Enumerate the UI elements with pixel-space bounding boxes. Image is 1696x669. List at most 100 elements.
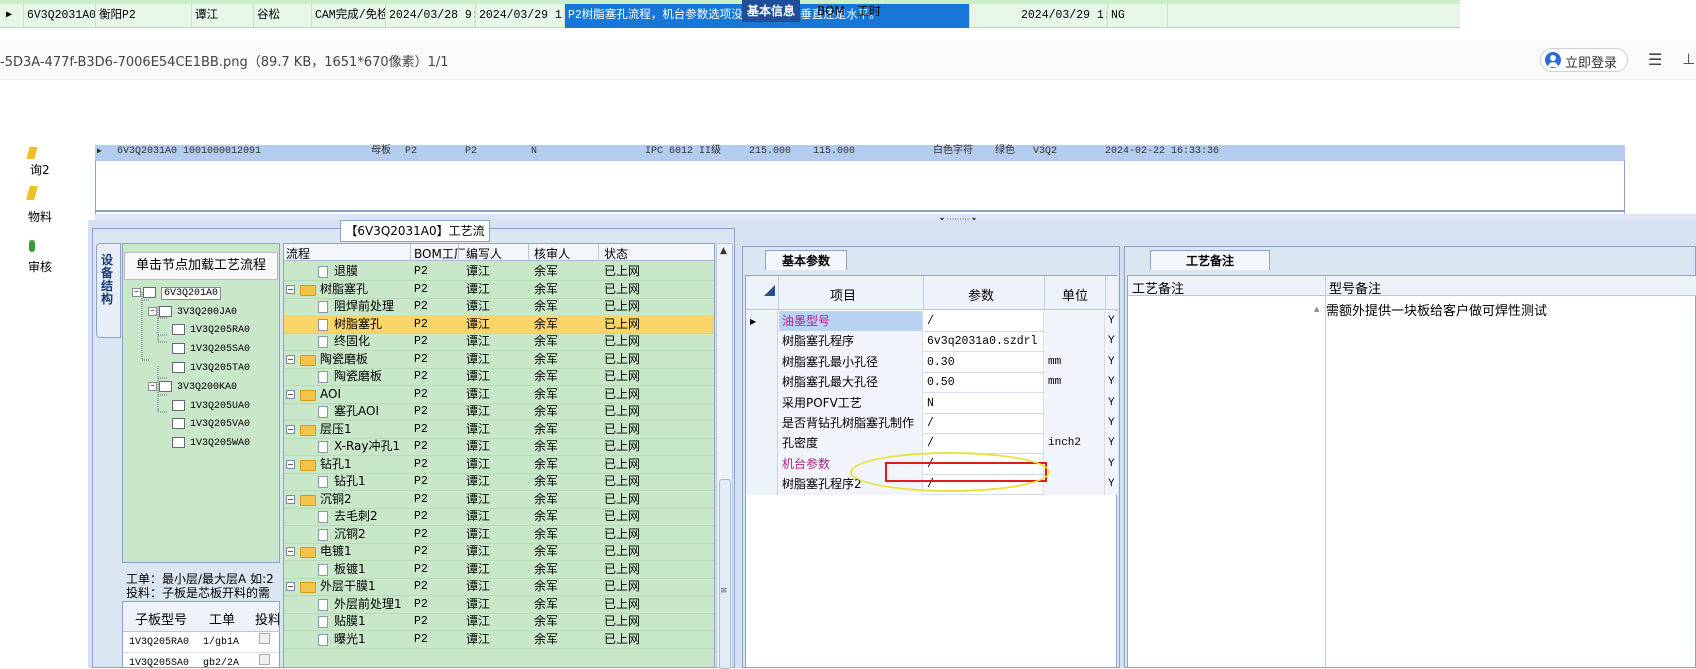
document-icon — [318, 563, 328, 576]
list-item[interactable]: 陶瓷磨板 P2 谭江 余军 已上网 — [284, 367, 714, 386]
param-value[interactable]: N — [924, 392, 1044, 414]
tree-node-leaf[interactable]: 1V3Q205WA0 — [172, 437, 250, 449]
table-row[interactable]: 采用POFV工艺 N Y — [746, 392, 1118, 414]
collapse-icon[interactable]: − — [286, 354, 295, 364]
tree-node-leaf[interactable]: 1V3Q205RA0 — [172, 324, 250, 336]
list-item[interactable]: − 外层干膜1 P2 谭江 余军 已上网 — [284, 577, 714, 596]
list-item[interactable]: 去毛刺2 P2 谭江 余军 已上网 — [284, 507, 714, 526]
collapse-icon[interactable]: − — [286, 582, 295, 591]
feed-checkbox[interactable] — [259, 654, 270, 665]
tree-node-leaf[interactable]: 1V3Q205VA0 — [172, 418, 250, 430]
list-item[interactable]: 阻焊前处理 P2 谭江 余军 已上网 — [284, 297, 714, 316]
scroll-up-icon[interactable]: ▲ — [720, 246, 727, 256]
row-header[interactable] — [746, 433, 778, 455]
row-header[interactable]: ▶ — [746, 311, 778, 332]
top-cell-end-time: 2024/03/29 1:56 — [476, 4, 565, 28]
login-button[interactable]: 立即登录 — [1540, 48, 1628, 72]
param-item: 树脂塞孔最大孔径 — [779, 372, 923, 394]
list-item[interactable]: − 沉铜2 P2 谭江 余军 已上网 — [284, 490, 714, 509]
param-unit: mm — [1045, 351, 1105, 373]
tree-node-leaf[interactable]: 1V3Q205TA0 — [172, 362, 250, 374]
list-item[interactable]: 外层前处理1 P2 谭江 余军 已上网 — [284, 595, 714, 614]
tab-work-hours[interactable]: 工时 — [852, 0, 886, 22]
tab-basic-params[interactable]: 基本参数 — [765, 250, 847, 270]
list-item[interactable]: 贴膜1 P2 谭江 余军 已上网 — [284, 612, 714, 631]
list-item[interactable]: 塞孔AOI P2 谭江 余军 已上网 — [284, 402, 714, 421]
param-value[interactable]: / — [924, 413, 1044, 434]
notes-grid: 工艺备注 型号备注 ▲ 需额外提供一块板给客户做可焊性测试 — [1127, 275, 1696, 669]
collapse-icon[interactable]: − — [286, 389, 295, 399]
row-header[interactable] — [746, 351, 778, 373]
tree-node-leaf[interactable]: 1V3Q205SA0 — [172, 343, 250, 355]
menu-icon[interactable]: ☰ — [1648, 50, 1662, 69]
feed-checkbox[interactable] — [259, 633, 270, 644]
tab-bom[interactable]: BOM — [812, 0, 850, 22]
row-header[interactable] — [746, 372, 778, 394]
collapse-icon[interactable]: − — [286, 547, 295, 556]
list-item[interactable]: − AOI P2 谭江 余军 已上网 — [284, 385, 714, 404]
sub-header-feed: 投料 — [255, 613, 280, 628]
tab-basic-info[interactable]: 基本信息 — [742, 0, 801, 22]
right-tab-strip — [742, 222, 1696, 244]
param-value[interactable]: / — [924, 311, 1044, 332]
table-row[interactable]: 是否背钻孔树脂塞孔制作 / Y — [746, 413, 1118, 434]
list-item[interactable]: 终固化 P2 谭江 余军 已上网 — [284, 332, 714, 351]
list-item[interactable]: 树脂塞孔 P2 谭江 余军 已上网 — [284, 314, 714, 334]
tree-node-leaf[interactable]: 1V3Q205UA0 — [172, 400, 250, 412]
process-panel-title: 【6V3Q2031A0】工艺流程 — [340, 220, 490, 258]
folder-icon — [300, 284, 316, 296]
collapse-icon[interactable]: − — [132, 288, 141, 297]
row-header[interactable] — [746, 474, 778, 496]
list-item[interactable]: 曝光1 P2 谭江 余军 已上网 — [284, 630, 714, 649]
row-header[interactable] — [746, 413, 778, 434]
pencil-icon — [26, 147, 38, 159]
row-header[interactable] — [746, 453, 778, 475]
node-box-icon — [172, 324, 185, 335]
flow-scrollbar[interactable]: ▲ ≡ — [716, 243, 733, 669]
table-row[interactable]: 树脂塞孔最大孔径 0.50 mm Y — [746, 372, 1118, 394]
collapse-icon[interactable]: − — [286, 424, 295, 434]
list-item[interactable]: − 陶瓷磨板 P2 谭江 余军 已上网 — [284, 350, 714, 369]
pin-icon[interactable]: ⊥ — [1682, 50, 1695, 68]
tree-node-branch[interactable]: −3V3Q200JA0 — [148, 306, 237, 318]
scroll-thumb[interactable] — [719, 479, 731, 669]
collapse-icon[interactable]: − — [148, 307, 157, 316]
row-header[interactable] — [746, 392, 778, 414]
list-item[interactable]: − 钻孔1 P2 谭江 余军 已上网 — [284, 455, 714, 474]
table-row[interactable]: 树脂塞孔程序 6v3q2031a0.szdrl Y — [746, 331, 1118, 353]
tab-process-notes[interactable]: 工艺备注 — [1150, 250, 1270, 270]
table-row[interactable]: 1V3Q205RA0 1/gb1A — [123, 633, 279, 653]
load-process-button[interactable]: 单击节点加载工艺流程 — [124, 252, 278, 280]
collapse-icon[interactable]: − — [286, 284, 295, 294]
tree-node-root[interactable]: −6V3Q201A0 — [132, 287, 222, 301]
row-header[interactable] — [746, 331, 778, 353]
viewer-filename: -5D3A-477f-B3D6-7006E54CE1BB.png（89.7 KB… — [0, 55, 449, 70]
top-grid-row[interactable]: ▶ 6V3Q2031A0 衡阳P2 谭江 谷松 CAM完成/免检 2024/03… — [0, 4, 1460, 28]
tree-node-branch[interactable]: −3V3Q200KA0 — [148, 381, 237, 393]
node-box-icon — [172, 400, 185, 411]
param-value[interactable]: 6v3q2031a0.szdrl — [924, 331, 1044, 353]
list-item[interactable]: 钻孔1 P2 谭江 余军 已上网 — [284, 472, 714, 491]
upper-grid-row[interactable]: ▶ 6V3Q2031A0 1001000012091 母板 P2 P2 N IP… — [95, 145, 1625, 161]
list-item[interactable]: 退膜 P2 谭江 余军 已上网 — [284, 262, 714, 281]
corner-select-icon[interactable] — [764, 285, 775, 296]
table-row[interactable]: 孔密度 / inch2 Y — [746, 433, 1118, 455]
param-unit — [1045, 453, 1105, 475]
table-row[interactable]: 树脂塞孔最小孔径 0.30 mm Y — [746, 351, 1118, 373]
param-value[interactable]: 0.50 — [924, 372, 1044, 394]
param-value[interactable]: 0.30 — [924, 351, 1044, 373]
list-item[interactable]: 沉铜2 P2 谭江 余军 已上网 — [284, 525, 714, 544]
model-note[interactable]: 需额外提供一块板给客户做可焊性测试 — [1326, 300, 1547, 319]
table-row[interactable]: ▶ 油墨型号 / Y — [746, 311, 1118, 332]
collapse-icon[interactable]: − — [286, 494, 295, 504]
list-item[interactable]: − 树脂塞孔 P2 谭江 余军 已上网 — [284, 280, 714, 299]
table-row[interactable]: 1V3Q205SA0 gb2/2A — [123, 654, 279, 667]
list-item[interactable]: − 层压1 P2 谭江 余军 已上网 — [284, 420, 714, 439]
list-item[interactable]: X-Ray冲孔1 P2 谭江 余军 已上网 — [284, 437, 714, 456]
vertical-tab-structure[interactable]: 设备结构 — [96, 243, 121, 338]
collapse-icon[interactable]: − — [148, 382, 157, 391]
collapse-icon[interactable]: − — [286, 459, 295, 469]
list-item[interactable]: 板镀1 P2 谭江 余军 已上网 — [284, 560, 714, 579]
params-header-item: 项目 — [830, 289, 857, 304]
list-item[interactable]: − 电镀1 P2 谭江 余军 已上网 — [284, 542, 714, 561]
